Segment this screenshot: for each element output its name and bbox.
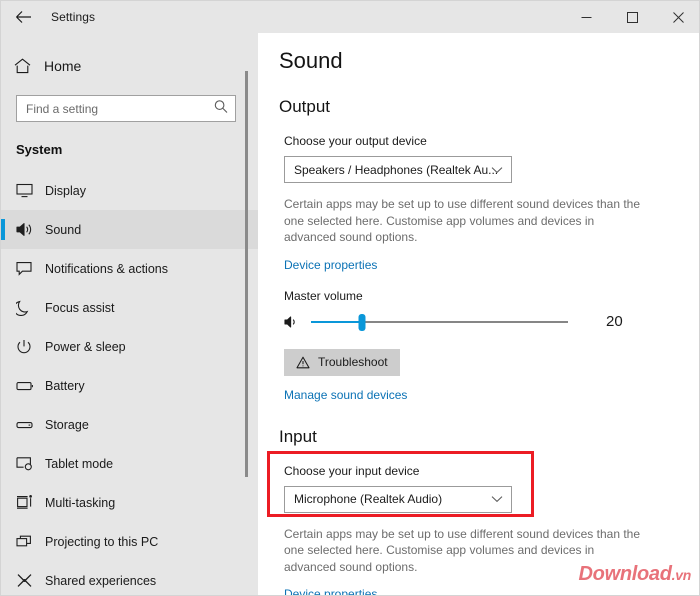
close-button[interactable]: [655, 1, 699, 33]
sidebar-scrollbar[interactable]: [245, 71, 248, 575]
storage-icon: [16, 420, 45, 430]
home-icon: [14, 58, 44, 74]
sidebar-section-title: System: [16, 142, 63, 157]
warning-triangle-icon: [296, 356, 310, 369]
sidebar-item-label: Shared experiences: [45, 573, 157, 588]
sidebar-item-notifications[interactable]: Notifications & actions: [1, 249, 258, 288]
input-device-label: Choose your input device: [284, 463, 420, 478]
watermark-suffix: .vn: [671, 567, 692, 583]
sidebar-home-label: Home: [44, 58, 82, 74]
close-icon: [672, 11, 684, 23]
search-box[interactable]: [16, 95, 236, 122]
window-controls: [563, 1, 699, 33]
sidebar-item-projecting[interactable]: Projecting to this PC: [1, 522, 258, 561]
sidebar-item-label: Focus assist: [45, 300, 115, 315]
window-title: Settings: [51, 10, 96, 24]
sidebar: Home System Display: [1, 33, 258, 595]
sidebar-item-label: Power & sleep: [45, 339, 126, 354]
sidebar-scrollbar-thumb[interactable]: [245, 71, 248, 477]
battery-icon: [16, 380, 45, 392]
project-icon: [16, 534, 45, 549]
share-icon: [16, 573, 45, 588]
input-device-value: Microphone (Realtek Audio): [294, 492, 443, 506]
search-icon: [214, 99, 228, 118]
sidebar-item-shared-experiences[interactable]: Shared experiences: [1, 561, 258, 595]
watermark-text: Download: [578, 563, 672, 585]
sidebar-item-tablet-mode[interactable]: Tablet mode: [1, 444, 258, 483]
search-input[interactable]: [17, 96, 202, 121]
minimize-icon: [581, 16, 591, 18]
sidebar-item-display[interactable]: Display: [1, 171, 258, 210]
input-section-heading: Input: [279, 426, 317, 446]
output-section-heading: Output: [279, 97, 331, 116]
sidebar-item-storage[interactable]: Storage: [1, 405, 258, 444]
output-device-value: Speakers / Headphones (Realtek Au...: [294, 162, 499, 177]
sidebar-item-label: Projecting to this PC: [45, 534, 159, 549]
maximize-icon: [626, 11, 638, 23]
output-device-properties-link[interactable]: Device properties: [284, 258, 377, 272]
master-volume-row: 20: [284, 312, 674, 332]
tablet-icon: [16, 456, 45, 471]
page-title: Sound: [279, 48, 343, 73]
monitor-icon: [16, 183, 45, 198]
master-volume-value: 20: [606, 313, 623, 330]
sidebar-item-label: Storage: [45, 417, 89, 432]
slider-fill: [311, 320, 362, 323]
settings-window: Settings Home Find a setting System Disp…: [0, 0, 700, 596]
sidebar-item-label: Battery: [45, 378, 85, 393]
sidebar-item-power-sleep[interactable]: Power & sleep: [1, 327, 258, 366]
sidebar-item-multi-tasking[interactable]: Multi-tasking: [1, 483, 258, 522]
sidebar-item-label: Notifications & actions: [45, 261, 168, 276]
chevron-down-icon: [491, 161, 503, 179]
sidebar-item-label: Display: [45, 183, 86, 198]
slider-thumb[interactable]: [358, 313, 366, 331]
input-device-dropdown[interactable]: Microphone (Realtek Audio): [284, 485, 512, 513]
sidebar-item-label: Sound: [45, 222, 82, 237]
moon-icon: [16, 300, 45, 316]
sidebar-item-battery[interactable]: Battery: [1, 366, 258, 405]
output-device-dropdown[interactable]: Speakers / Headphones (Realtek Au...: [284, 156, 512, 183]
speaker-icon: [16, 222, 45, 237]
notification-icon: [16, 261, 45, 276]
main-content: Sound Output Choose your output device S…: [259, 33, 699, 595]
master-volume-label: Master volume: [284, 288, 363, 303]
output-description: Certain apps may be set up to use differ…: [284, 197, 641, 244]
input-device-properties-link[interactable]: Device properties: [284, 587, 377, 595]
sidebar-nav-list: Display Sound Notifications & actions Fo…: [1, 171, 258, 595]
sidebar-item-label: Tablet mode: [45, 456, 114, 471]
watermark: Download.vn: [578, 563, 692, 586]
troubleshoot-button[interactable]: Troubleshoot: [284, 348, 400, 376]
sidebar-item-label: Multi-tasking: [45, 495, 116, 510]
sidebar-item-home[interactable]: Home: [1, 47, 258, 85]
maximize-button[interactable]: [609, 1, 655, 33]
output-device-label: Choose your output device: [284, 134, 427, 148]
multitasking-icon: [16, 495, 45, 510]
minimize-button[interactable]: [563, 1, 609, 33]
sidebar-item-focus-assist[interactable]: Focus assist: [1, 288, 258, 327]
speaker-volume-icon: [284, 315, 306, 329]
title-bar: Settings: [1, 1, 699, 33]
chevron-down-icon: [491, 490, 503, 508]
back-arrow-icon: [15, 11, 31, 23]
power-icon: [16, 339, 45, 355]
master-volume-slider[interactable]: [311, 312, 568, 332]
troubleshoot-label: Troubleshoot: [318, 355, 388, 369]
manage-sound-devices-link[interactable]: Manage sound devices: [284, 388, 407, 402]
back-button[interactable]: [1, 1, 45, 33]
sidebar-item-sound[interactable]: Sound: [1, 210, 258, 249]
